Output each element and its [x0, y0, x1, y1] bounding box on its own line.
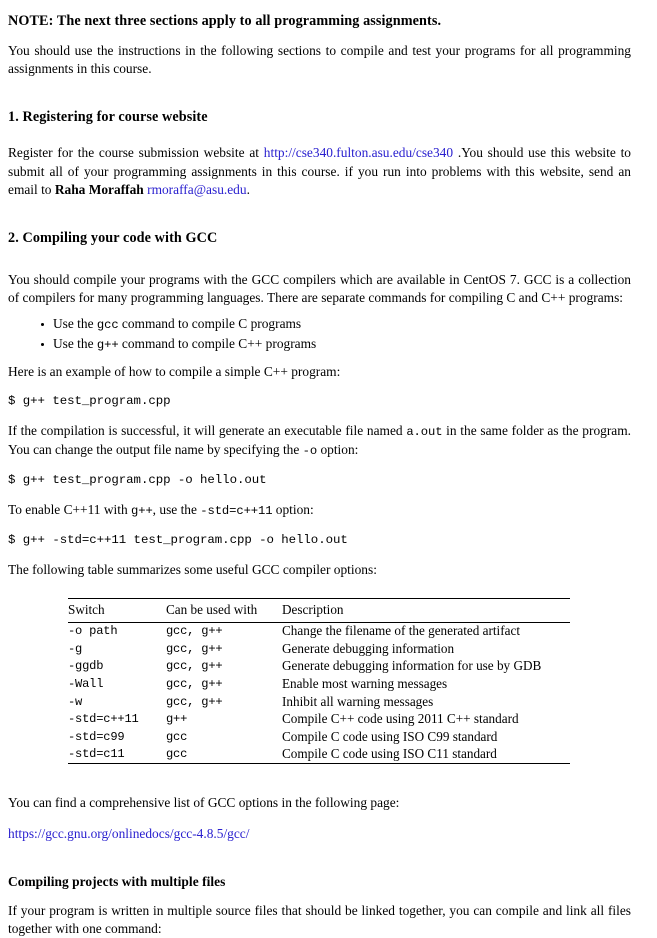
cell-description: Change the filename of the generated art… — [282, 623, 520, 639]
options-table-wrapper: Switch Can be used with Description -o p… — [8, 598, 631, 765]
table-row: -std=c++11 g++ Compile C++ code using 20… — [68, 711, 570, 729]
cell-description: Compile C++ code using 2011 C++ standard — [282, 711, 519, 727]
cell-used-with: gcc — [166, 747, 188, 762]
cell-description: Generate debugging information for use b… — [282, 658, 542, 674]
cell-switch: -std=c11 — [68, 747, 125, 762]
sentence-end: . — [246, 181, 250, 197]
register-text-before: Register for the course submission websi… — [8, 145, 264, 161]
code-line-3: $ g++ -std=c++11 test_program.cpp -o hel… — [8, 533, 348, 548]
table-row: -o path gcc, g++ Change the filename of … — [68, 622, 570, 640]
cell-used-with: g++ — [166, 712, 188, 727]
code-line-2: $ g++ test_program.cpp -o hello.out — [8, 473, 267, 488]
cell-switch: -o path — [68, 624, 118, 639]
document-page: NOTE: The next three sections apply to a… — [0, 0, 657, 936]
table-body: -o path gcc, g++ Change the filename of … — [68, 622, 570, 765]
cell-description: Compile C code using ISO C11 standard — [282, 746, 497, 762]
gcc-options-table: Switch Can be used with Description -o p… — [68, 598, 570, 765]
cell-switch: -std=c99 — [68, 729, 125, 744]
cell-description: Inhibit all warning messages — [282, 693, 434, 709]
bullet-1-code: gcc — [96, 318, 119, 333]
gcc-command-list: Use the gcc command to compile C program… — [8, 315, 631, 354]
docs-link-paragraph: https://gcc.gnu.org/onlinedocs/gcc-4.8.5… — [8, 825, 631, 843]
cpp11-paragraph: To enable C++11 with g++, use the -std=c… — [8, 501, 631, 520]
p3-code-std: -std=c++11 — [200, 504, 273, 519]
list-item: Use the g++ command to compile C++ progr… — [41, 335, 631, 355]
section-1-paragraph: Register for the course submission websi… — [8, 144, 631, 199]
table-row: -g gcc, g++ Generate debugging informati… — [68, 640, 570, 658]
course-website-link[interactable]: http://cse340.fulton.asu.edu/cse340 — [264, 145, 453, 160]
output-file-paragraph: If the compilation is successful, it wil… — [8, 422, 631, 460]
column-header-switch: Switch — [68, 601, 105, 617]
cell-used-with: gcc, g++ — [166, 677, 223, 691]
column-header-description: Description — [282, 601, 344, 617]
list-item: Use the gcc command to compile C program… — [41, 315, 631, 335]
bullet-2-code: g++ — [96, 338, 119, 353]
cell-description: Enable most warning messages — [282, 676, 448, 691]
gcc-intro-paragraph: You should compile your programs with th… — [8, 272, 631, 306]
cell-used-with: gcc — [166, 729, 188, 744]
bullet-1-post: command to compile C programs — [118, 316, 302, 332]
cell-used-with: gcc, g++ — [166, 641, 223, 656]
p3-part-a: To enable C++11 with — [8, 502, 132, 518]
p2-part-a: If the compilation is successful, it wil… — [8, 422, 407, 438]
p2-code-aout: a.out — [406, 424, 443, 439]
subsection-heading: Compiling projects with multiple files — [8, 873, 226, 889]
cell-switch: -ggdb — [68, 659, 104, 674]
table-header: Switch Can be used with Description — [68, 598, 570, 622]
contact-email-link[interactable]: rmoraffa@asu.edu — [147, 182, 246, 197]
cell-used-with: gcc, g++ — [166, 659, 223, 674]
code-line-1: $ g++ test_program.cpp — [8, 393, 171, 408]
table-row: -w gcc, g++ Inhibit all warning messages — [68, 693, 570, 711]
contact-name: Raha Moraffah — [54, 181, 144, 197]
table-row: -std=c11 gcc Compile C code using ISO C1… — [68, 746, 570, 764]
cell-used-with: gcc, g++ — [166, 624, 223, 639]
intro-paragraph: You should use the instructions in the f… — [8, 43, 631, 77]
cell-switch: -w — [68, 694, 83, 709]
bullet-2-pre: Use the — [53, 336, 97, 352]
bullet-2-post: command to compile C++ programs — [118, 336, 317, 352]
p2-part-c: option: — [317, 442, 359, 458]
column-header-used-with: Can be used with — [166, 601, 258, 617]
table-header-row: Switch Can be used with Description — [68, 598, 570, 622]
p2-code-o-flag: -o — [302, 444, 318, 459]
p3-part-c: option: — [272, 502, 314, 518]
gcc-options-link-paragraph: You can find a comprehensive list of GCC… — [8, 795, 400, 811]
section-1-heading: 1. Registering for course website — [8, 109, 208, 126]
bullet-1-pre: Use the — [53, 316, 97, 332]
cell-description: Generate debugging information — [282, 640, 455, 656]
note-heading: NOTE: The next three sections apply to a… — [8, 13, 442, 29]
cell-used-with: gcc, g++ — [166, 694, 223, 709]
cell-switch: -g — [68, 641, 83, 656]
example-intro-paragraph: Here is an example of how to compile a s… — [8, 363, 341, 379]
document-body: NOTE: The next three sections apply to a… — [0, 0, 657, 938]
cell-switch: -Wall — [68, 677, 104, 691]
table-row: -ggdb gcc, g++ Generate debugging inform… — [68, 658, 570, 676]
cell-description: Compile C code using ISO C99 standard — [282, 728, 498, 744]
table-row: -Wall gcc, g++ Enable most warning messa… — [68, 675, 570, 693]
p3-code-gpp: g++ — [131, 504, 153, 519]
table-row: -std=c99 gcc Compile C code using ISO C9… — [68, 728, 570, 746]
cell-switch: -std=c++11 — [68, 712, 139, 727]
section-2-heading: 2. Compiling your code with GCC — [8, 230, 218, 247]
subsection-paragraph: If your program is written in multiple s… — [8, 902, 631, 936]
p3-part-b: , use the — [152, 502, 201, 518]
table-intro-paragraph: The following table summarizes some usef… — [8, 562, 377, 578]
